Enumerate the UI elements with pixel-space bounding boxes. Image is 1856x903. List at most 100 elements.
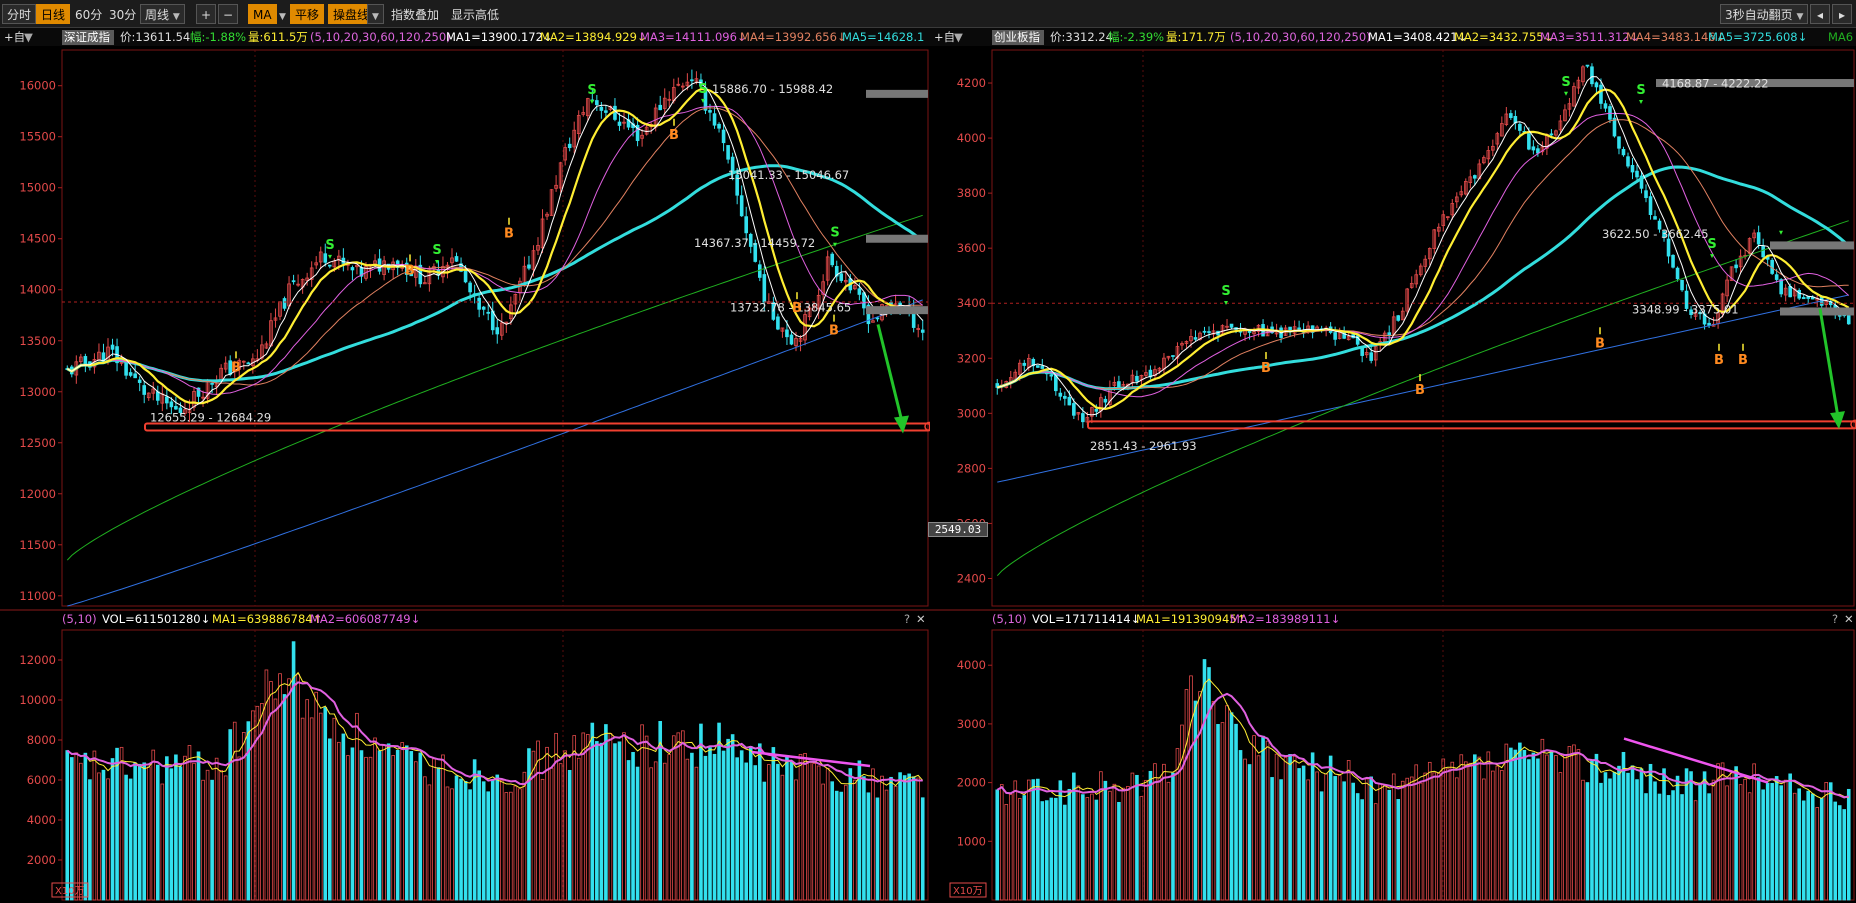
resistance-zone [1780,307,1854,316]
buy-signal: B [405,263,415,278]
price-tick-label: 16000 [19,79,56,93]
volume-bar [1621,751,1626,901]
volume-bar [1279,779,1283,901]
tab-30min[interactable]: 30分 [104,4,141,24]
volume-bar [409,751,414,901]
resistance-zone [866,306,928,315]
volume-bar [128,778,133,901]
volume-bar [1518,742,1522,901]
volume-bar [717,722,721,901]
candle-body [739,195,744,217]
price-tick-label: 15000 [19,181,56,195]
candle-body [1333,332,1337,340]
chevron-down-icon: ▼ [24,30,33,44]
volume-bar [1509,747,1513,901]
volume-bar [1103,780,1108,901]
candle-body [1369,352,1373,361]
help-icon[interactable]: ? [904,612,910,626]
candle-body [1594,82,1599,88]
close-icon[interactable]: ✕ [1844,612,1854,626]
volume-bar [101,769,106,901]
candle-body [744,216,749,234]
chevron-down-icon[interactable]: ▼ [274,4,291,24]
period-selector[interactable]: +自 [934,30,955,44]
candle-body [690,79,694,82]
candle-body [1621,148,1626,156]
price-tick-label: 15500 [19,130,56,144]
tab-60min[interactable]: 60分 [70,4,107,24]
volume-bar [210,779,214,901]
next-page-icon[interactable]: ▸ [1832,4,1852,24]
volume-bar [771,747,776,901]
volume-bar [83,752,88,901]
candle-body [124,361,128,376]
volume-bar [174,754,178,901]
close-icon[interactable]: ✕ [916,612,926,626]
chart-panel-shenzhen: +自 ▼ 深证成指 价:13611.54 幅:-1.88% 量:611.5万 (… [0,28,930,903]
volume-bar [246,721,251,901]
chevron-down-icon[interactable]: ▼ [367,4,384,24]
candle-body [1599,84,1603,104]
volume-bar [395,749,400,901]
ma1-label: MA1=13900.172↓ [446,30,553,44]
help-icon[interactable]: ? [1832,612,1838,626]
candle-body [1644,190,1648,198]
volume-bar [1626,772,1630,901]
volume-bar [1513,749,1518,901]
volume-bar [1031,779,1036,901]
price-value: 价:3312.24 [1050,30,1113,44]
volume-bar [527,748,531,901]
tab-intraday[interactable]: 分时 [2,4,37,24]
candle-body [1509,113,1513,119]
volume-bar [739,750,744,901]
volume-bar [142,762,147,901]
candle-body [1666,238,1671,257]
kline-chart-left[interactable]: +自 ▼ 深证成指 价:13611.54 幅:-1.88% 量:611.5万 (… [0,28,930,903]
tab-daily[interactable]: 日线 [36,4,71,24]
volume-bar [377,750,382,901]
volume-bar [1369,776,1373,901]
candle-body [350,267,355,271]
volume-tick-label: 12000 [19,653,56,667]
candle-body [291,280,296,283]
chevron-down-icon: ▼ [172,12,180,22]
period-selector[interactable]: +自 [4,30,25,44]
candle-body [1680,279,1684,291]
buy-signal: B [1261,361,1271,376]
ma3-label: MA3=3511.312↓ [1540,30,1639,44]
kline-chart-right[interactable]: +自 ▼ 创业板指 价:3312.24 幅:-2.39% 量:171.7万 (5… [930,28,1856,903]
resistance-zone [866,234,928,243]
volume-bar [1635,779,1639,901]
volume-bar [631,752,635,901]
zoom-in-button[interactable]: + [196,4,216,24]
show-high-low-button[interactable]: 显示高低 [446,4,504,24]
volume-tick-label: 1000 [957,834,986,848]
tab-weekly[interactable]: 周线 ▼ [140,4,185,24]
ma-indicator-button[interactable]: MA [248,4,277,24]
candle-body [210,382,214,385]
index-overlay-button[interactable]: 指数叠加 [386,4,444,24]
volume-bar [1680,794,1684,901]
flat-move-button[interactable]: 平移 [290,4,325,24]
vol-periods: (5,10) [992,612,1027,626]
auto-page-select[interactable]: 3秒自动翻页 ▼ [1720,4,1809,24]
volume-bar [1837,805,1842,901]
volume-bar [169,768,174,901]
price-tick-label: 13500 [19,334,56,348]
volume-bar [1216,724,1220,901]
vol-value: VOL=611501280↓ [102,612,210,626]
candle-body [169,401,174,408]
volume-bar [1342,781,1346,901]
chevron-down-icon: ▼ [954,30,963,44]
candle-body [1036,365,1040,368]
price-tick-label: 2800 [957,461,986,475]
zoom-out-button[interactable]: − [218,4,238,24]
candle-body [1094,408,1099,412]
price-tick-label: 12000 [19,487,56,501]
range-annotation: 3348.99 - 3375.01 [1632,302,1739,316]
volume-bar [1238,750,1243,901]
price-tick-label: 4000 [957,131,986,145]
prev-page-icon[interactable]: ◂ [1810,4,1830,24]
candle-body [712,113,717,126]
candle-body [658,104,663,111]
